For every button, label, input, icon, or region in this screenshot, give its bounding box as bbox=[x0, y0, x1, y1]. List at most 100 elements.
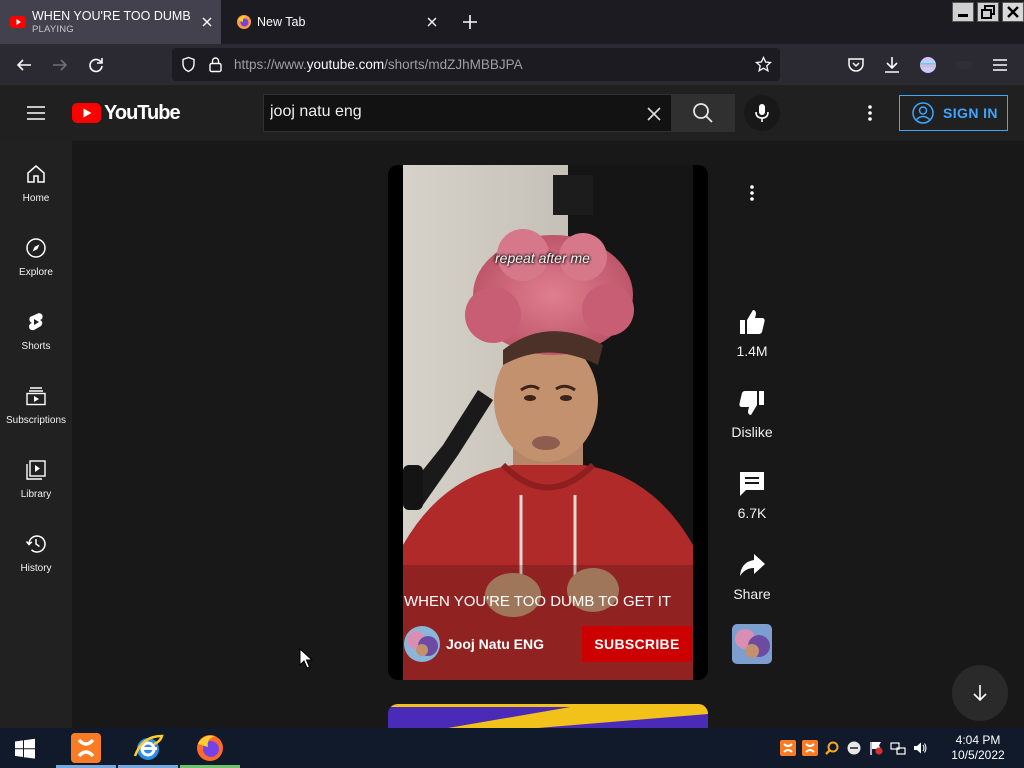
share-label: Share bbox=[733, 586, 771, 602]
sidebar-item-library[interactable]: Library bbox=[0, 437, 72, 511]
comment-count: 6.7K bbox=[737, 505, 767, 521]
window-controls bbox=[952, 2, 1024, 22]
reload-icon[interactable] bbox=[86, 55, 106, 75]
restore-button[interactable] bbox=[977, 2, 999, 22]
share-button[interactable]: Share bbox=[726, 550, 778, 602]
youtube-logo-text: YouTube bbox=[104, 101, 181, 124]
sidebar-item-explore[interactable]: Explore bbox=[0, 215, 72, 289]
browser-nav-bar: https://www.youtube.com/shorts/mdZJhMBBJ… bbox=[0, 44, 1024, 85]
avatar-image bbox=[404, 626, 440, 662]
url-text[interactable]: https://www.youtube.com/shorts/mdZJhMBBJ… bbox=[234, 57, 523, 72]
channel-avatar[interactable] bbox=[404, 626, 440, 662]
more-vertical-icon[interactable] bbox=[860, 103, 880, 123]
video-thumbnail-image bbox=[388, 704, 708, 728]
minimize-button[interactable] bbox=[952, 2, 974, 22]
guide-menu-icon[interactable] bbox=[26, 103, 46, 123]
url-prefix: https://www. bbox=[234, 57, 307, 72]
comment-icon bbox=[740, 472, 764, 496]
search-input[interactable] bbox=[270, 103, 630, 121]
microphone-icon bbox=[755, 104, 769, 122]
user-circle-icon bbox=[912, 102, 934, 124]
url-domain: youtube.com bbox=[306, 57, 385, 72]
short-title[interactable]: WHEN YOU'RE TOO DUMB TO GET IT bbox=[404, 593, 671, 610]
search-box[interactable] bbox=[263, 94, 671, 132]
hamburger-menu-icon[interactable] bbox=[990, 55, 1010, 75]
sidebar-item-label: Library bbox=[20, 489, 52, 500]
new-tab-icon[interactable] bbox=[460, 12, 480, 32]
arrow-down-icon bbox=[973, 685, 987, 702]
sidebar-item-home[interactable]: Home bbox=[0, 141, 72, 215]
more-vertical-icon[interactable] bbox=[742, 183, 762, 203]
address-bar[interactable]: https://www.youtube.com/shorts/mdZJhMBBJ… bbox=[172, 48, 780, 81]
forward-arrow-icon[interactable] bbox=[50, 55, 70, 75]
like-button[interactable]: 1.4M bbox=[726, 307, 778, 359]
windows-start-icon[interactable] bbox=[14, 738, 36, 760]
network-icon[interactable] bbox=[890, 740, 906, 756]
voice-search-button[interactable] bbox=[744, 95, 780, 131]
windows-taskbar: 4:04 PM 10/5/2022 bbox=[0, 728, 1024, 768]
short-video-player[interactable]: repeat after me WHEN YOU'RE TOO DUMB TO … bbox=[388, 165, 708, 680]
sidebar-item-subscriptions[interactable]: Subscriptions bbox=[0, 363, 72, 437]
action-center-flag-icon[interactable] bbox=[868, 740, 884, 756]
account-avatar-icon[interactable] bbox=[918, 55, 938, 75]
search-tray-icon[interactable] bbox=[824, 740, 840, 756]
lock-icon[interactable] bbox=[207, 56, 224, 73]
next-video-button[interactable] bbox=[952, 665, 1008, 721]
clock-date: 10/5/2022 bbox=[951, 748, 1005, 762]
search-button[interactable] bbox=[671, 94, 735, 132]
minimize-icon bbox=[958, 14, 968, 17]
mini-guide-sidebar: Home Explore Shorts Subscriptions Librar… bbox=[0, 141, 72, 728]
sign-in-label: SIGN IN bbox=[943, 105, 998, 121]
clear-search-icon[interactable] bbox=[644, 104, 664, 124]
sign-in-button[interactable]: SIGN IN bbox=[899, 95, 1008, 131]
close-icon[interactable] bbox=[423, 13, 441, 31]
download-icon[interactable] bbox=[882, 55, 902, 75]
sidebar-item-label: Subscriptions bbox=[5, 415, 67, 426]
url-path: /shorts/mdZJhMBBJPA bbox=[384, 57, 523, 72]
xampp-icon bbox=[71, 733, 101, 763]
restore-icon bbox=[981, 5, 995, 19]
tab-title: New Tab bbox=[257, 15, 306, 29]
network-status-icon[interactable] bbox=[846, 740, 862, 756]
window-close-button[interactable] bbox=[1002, 2, 1024, 22]
youtube-masthead: YouTube SIGN IN bbox=[0, 85, 1024, 141]
dislike-label: Dislike bbox=[731, 424, 773, 440]
taskbar-app-xampp[interactable] bbox=[56, 728, 116, 768]
close-icon[interactable] bbox=[198, 13, 216, 31]
sidebar-item-label: Home bbox=[22, 193, 50, 204]
youtube-favicon-icon bbox=[10, 16, 26, 28]
taskbar-app-internet-explorer[interactable] bbox=[118, 728, 178, 768]
xampp-tray-icon[interactable] bbox=[780, 740, 796, 756]
subscribe-button[interactable]: SUBSCRIBE bbox=[582, 626, 692, 662]
extension-icon[interactable] bbox=[954, 55, 974, 75]
internet-explorer-icon bbox=[133, 734, 164, 760]
youtube-logo[interactable]: YouTube bbox=[72, 101, 181, 124]
volume-icon[interactable] bbox=[912, 740, 928, 756]
library-icon bbox=[26, 460, 46, 480]
video-caption-overlay: repeat after me bbox=[495, 250, 590, 266]
next-short-preview[interactable] bbox=[388, 704, 708, 728]
tab-new-tab[interactable]: New Tab bbox=[226, 0, 446, 44]
shorts-icon bbox=[29, 313, 43, 331]
tab-title: WHEN YOU'RE TOO DUMB TO GET IT bbox=[32, 9, 192, 23]
mouse-pointer-icon bbox=[299, 648, 313, 669]
comments-button[interactable]: 6.7K bbox=[726, 469, 778, 521]
taskbar-app-firefox[interactable] bbox=[180, 728, 240, 768]
search-icon bbox=[693, 103, 713, 123]
sound-remix-thumbnail[interactable] bbox=[732, 624, 772, 664]
back-arrow-icon[interactable] bbox=[14, 55, 34, 75]
pocket-icon[interactable] bbox=[846, 55, 866, 75]
sidebar-item-history[interactable]: History bbox=[0, 511, 72, 585]
close-icon bbox=[1007, 6, 1019, 18]
taskbar-clock[interactable]: 4:04 PM 10/5/2022 bbox=[944, 733, 1012, 763]
shield-icon[interactable] bbox=[180, 56, 197, 73]
sidebar-item-shorts[interactable]: Shorts bbox=[0, 289, 72, 363]
sidebar-item-label: Explore bbox=[19, 267, 53, 278]
tab-youtube-short[interactable]: WHEN YOU'RE TOO DUMB TO GET IT PLAYING bbox=[0, 0, 221, 44]
firefox-favicon-icon bbox=[237, 15, 251, 29]
channel-name[interactable]: Jooj Natu ENG bbox=[446, 636, 544, 652]
xampp-tray-icon[interactable] bbox=[802, 740, 818, 756]
like-count: 1.4M bbox=[736, 343, 768, 359]
bookmark-star-icon[interactable] bbox=[755, 56, 772, 73]
dislike-button[interactable]: Dislike bbox=[726, 388, 778, 440]
